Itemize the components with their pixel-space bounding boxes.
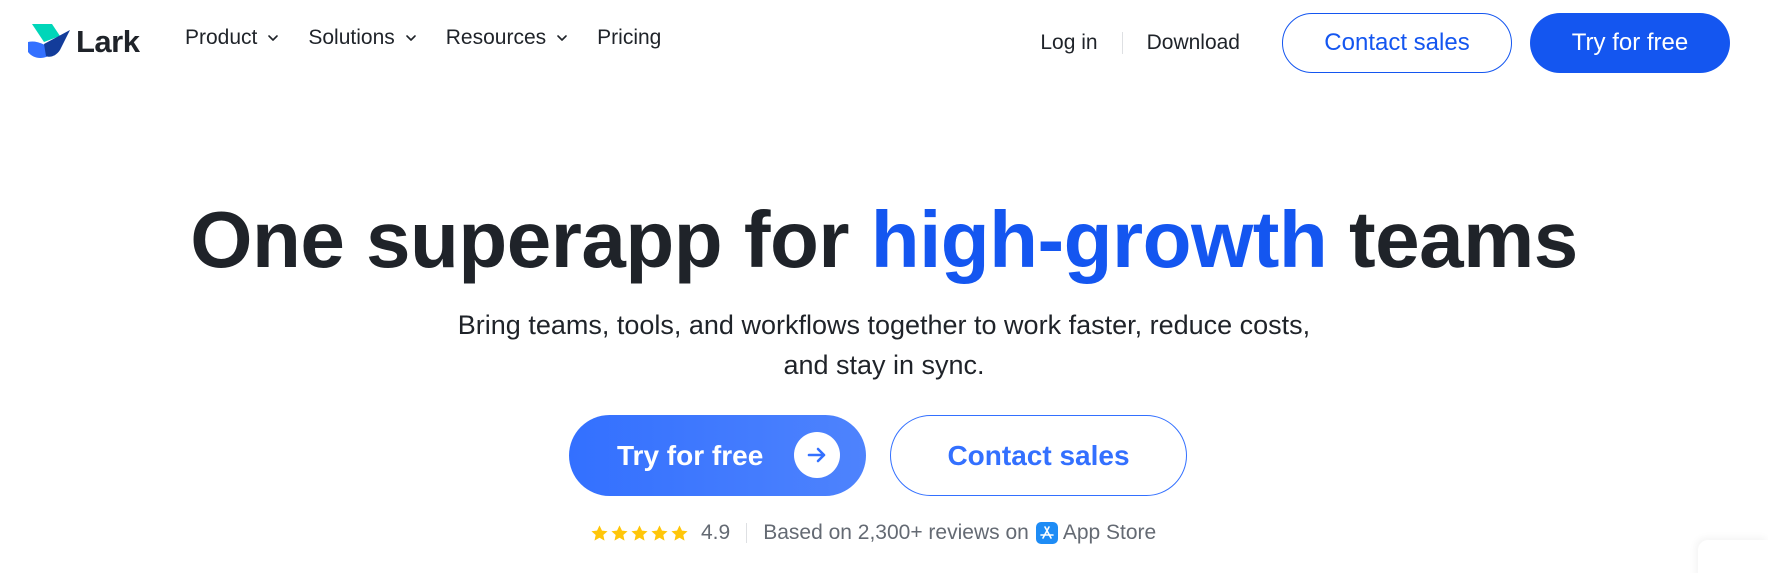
- hero-title-highlight: high-growth: [870, 195, 1328, 284]
- menu-item-label: Resources: [445, 26, 547, 49]
- menu-item-label: Pricing: [597, 26, 662, 49]
- rating-divider: [746, 523, 748, 543]
- corner-widget: [1698, 540, 1768, 573]
- hero-subtitle-line: and stay in sync.: [783, 350, 985, 380]
- try-for-free-button[interactable]: Try for free: [1530, 13, 1730, 73]
- hero-title-end: teams: [1327, 195, 1578, 284]
- hero-try-label: Try for free: [617, 439, 764, 471]
- main-menu: Product Solutions Resources Pricing: [185, 26, 689, 50]
- hero-subtitle: Bring teams, tools, and workflows togeth…: [384, 305, 1384, 385]
- hero-try-for-free-button[interactable]: Try for free: [569, 415, 866, 496]
- brand-logo[interactable]: Lark: [26, 22, 140, 62]
- star-rating: [590, 524, 690, 543]
- download-link[interactable]: Download: [1147, 31, 1240, 55]
- menu-item-product[interactable]: Product: [185, 26, 280, 50]
- hero-title-start: One superapp for: [190, 195, 871, 284]
- contact-sales-button[interactable]: Contact sales: [1282, 13, 1512, 73]
- star-icon: [671, 524, 688, 541]
- star-icon: [611, 524, 628, 541]
- app-store-label: App Store: [1062, 521, 1157, 544]
- rating-score: 4.9: [701, 521, 731, 544]
- menu-item-label: Solutions: [308, 26, 395, 49]
- chevron-down-icon: [268, 35, 279, 41]
- menu-item-pricing[interactable]: Pricing: [597, 26, 661, 50]
- top-navigation: Lark Product Solutions Resources Pricing…: [0, 0, 1768, 86]
- arrow-right-icon: [794, 432, 840, 478]
- hero-cta-row: Try for free Contact sales: [569, 415, 1187, 496]
- star-icon: [651, 524, 668, 541]
- lark-logo-icon: [28, 24, 70, 58]
- reviews-text: Based on 2,300+ reviews on: [763, 521, 1029, 544]
- brand-name: Lark: [76, 24, 140, 59]
- hero-subtitle-line: Bring teams, tools, and workflows togeth…: [457, 310, 1311, 340]
- app-store-icon: [1035, 522, 1058, 544]
- star-icon: [591, 524, 608, 541]
- nav-actions: Log in Download Contact sales Try for fr…: [1040, 12, 1768, 74]
- login-link[interactable]: Log in: [1040, 31, 1097, 55]
- menu-item-resources[interactable]: Resources: [446, 26, 569, 50]
- menu-item-solutions[interactable]: Solutions: [308, 26, 417, 50]
- chevron-down-icon: [557, 35, 567, 41]
- hero-contact-sales-button[interactable]: Contact sales: [890, 415, 1187, 496]
- rating-row: 4.9 Based on 2,300+ reviews on App Store: [590, 518, 1156, 548]
- hero-title: One superapp for high-growth teams: [0, 192, 1768, 288]
- chevron-down-icon: [405, 35, 416, 41]
- nav-divider: [1121, 32, 1123, 54]
- menu-item-label: Product: [185, 26, 258, 49]
- star-icon: [631, 524, 648, 541]
